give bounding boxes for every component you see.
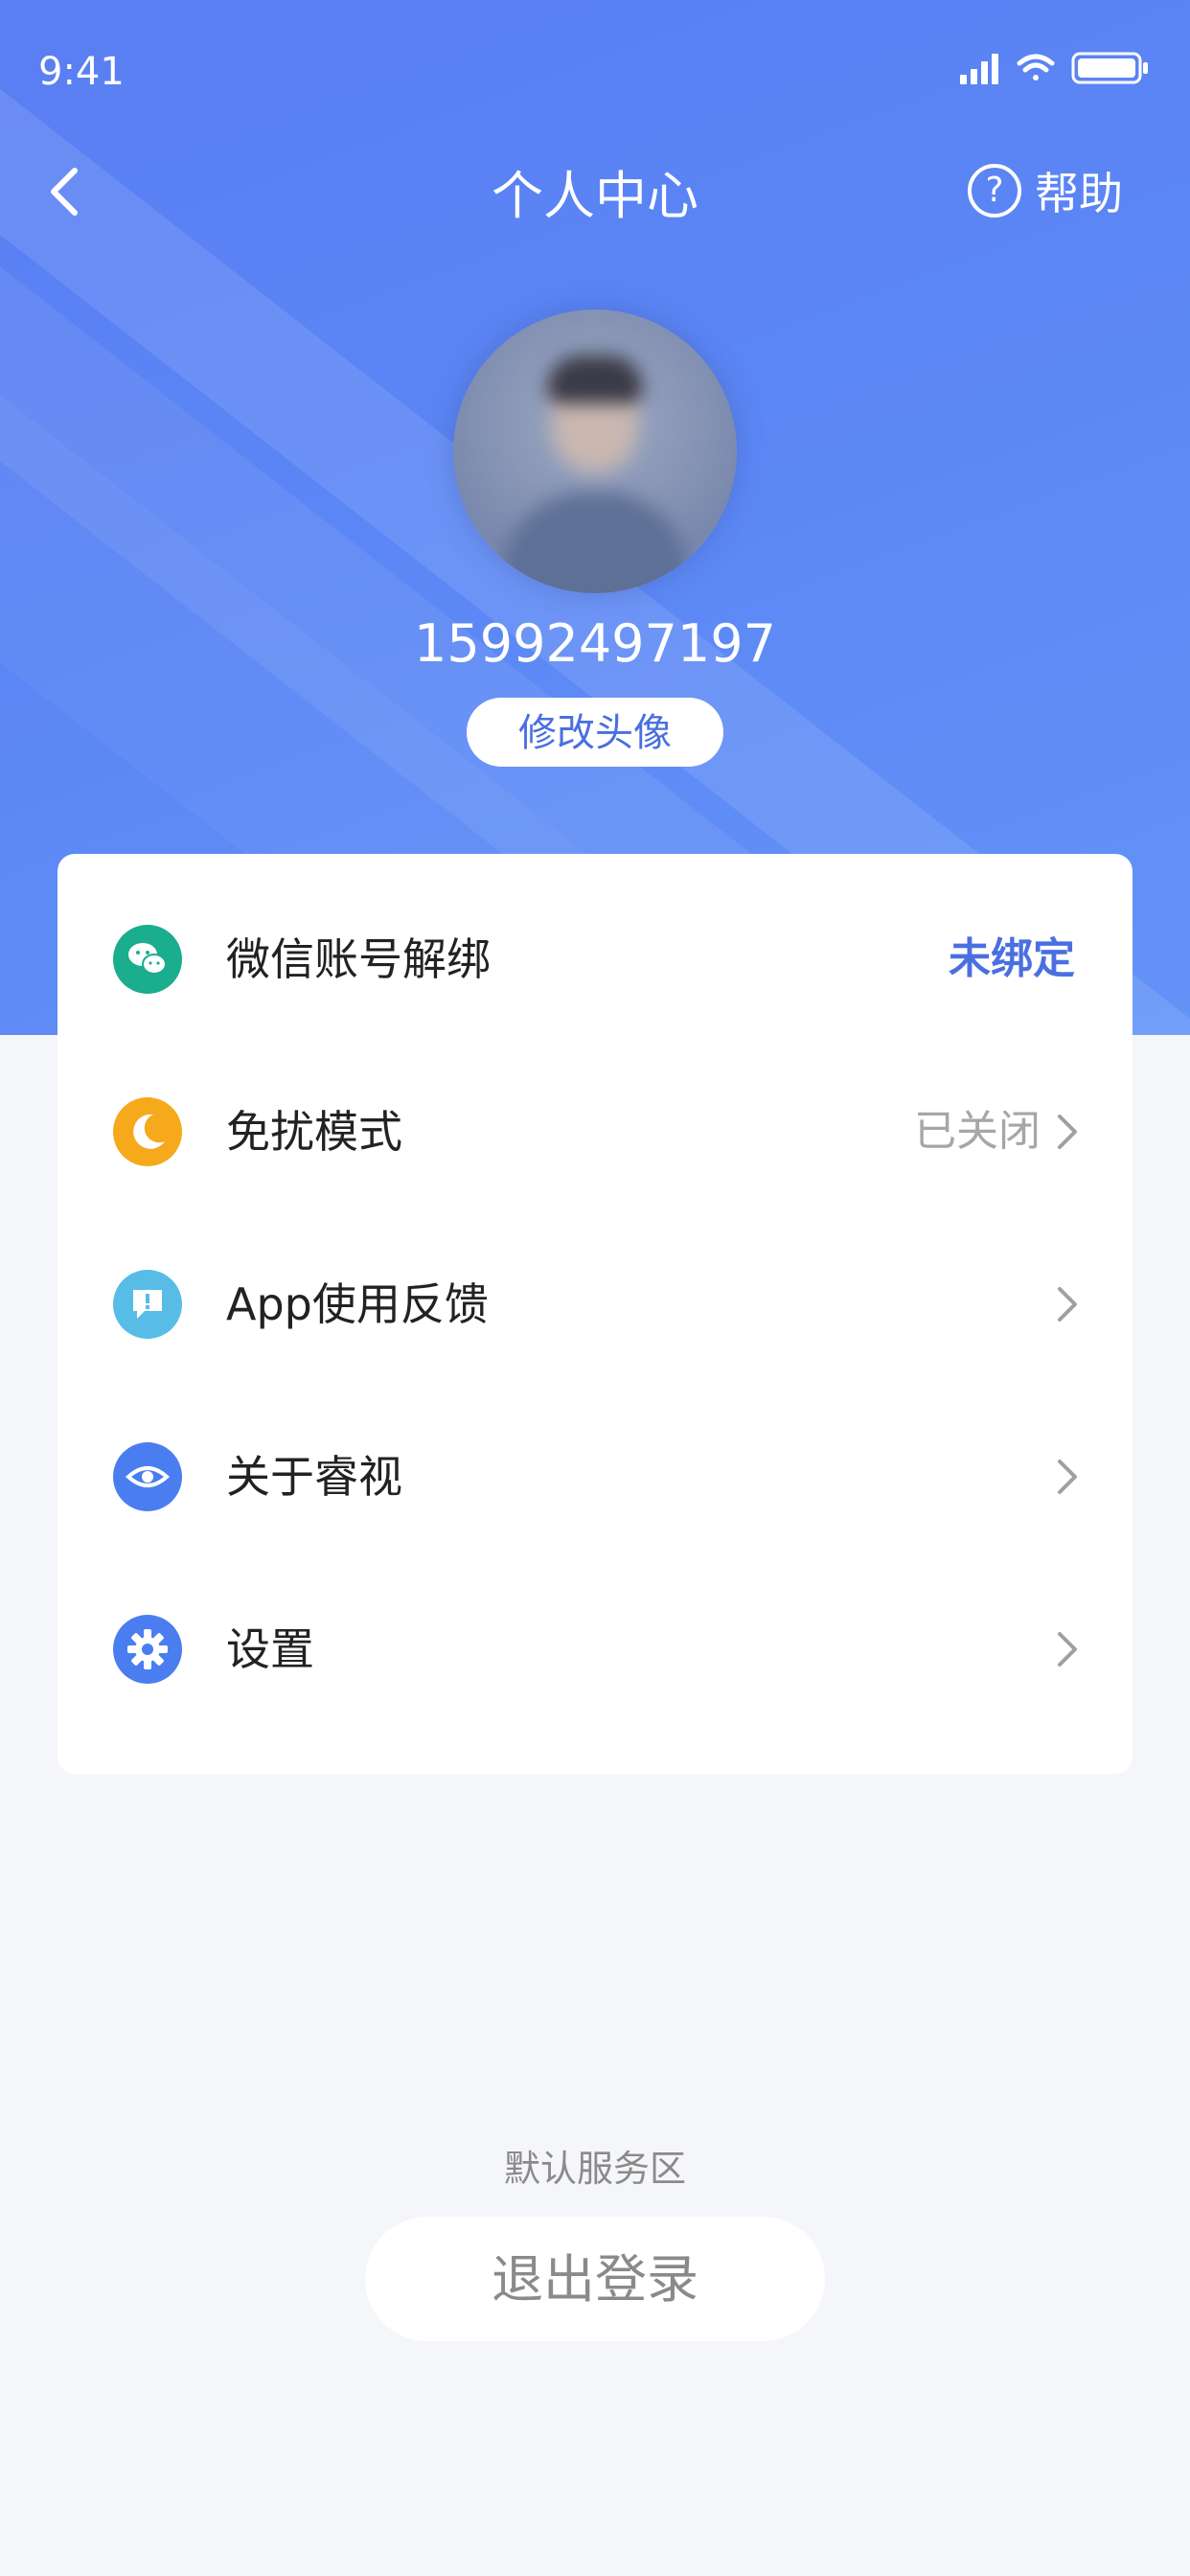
chevron-right-icon: [1058, 1115, 1077, 1149]
dnd-status: 已关闭: [914, 1107, 1041, 1156]
status-bar: 9:41: [0, 0, 1190, 134]
battery-icon: [1071, 52, 1148, 84]
status-time: 9:41: [38, 50, 125, 94]
menu-item-app-feedback[interactable]: App使用反馈: [57, 1218, 1133, 1391]
gear-icon: [113, 1615, 182, 1684]
help-label: 帮助: [1035, 168, 1123, 219]
moon-icon: [113, 1097, 182, 1166]
chevron-right-icon: [1058, 1632, 1077, 1667]
wifi-icon: [1017, 54, 1055, 80]
service-area-label: 默认服务区: [503, 2148, 686, 2190]
menu-item-settings[interactable]: 设置: [57, 1563, 1133, 1736]
menu-item-about[interactable]: 关于睿视: [57, 1391, 1133, 1563]
menu-item-label: App使用反馈: [226, 1278, 489, 1330]
menu-item-do-not-disturb[interactable]: 免扰模式 已关闭: [57, 1046, 1133, 1218]
logout-button[interactable]: 退出登录: [365, 2217, 825, 2341]
edit-avatar-button[interactable]: 修改头像: [467, 698, 723, 767]
help-button[interactable]: ? 帮助: [968, 157, 1123, 224]
phone-number: 15992497197: [414, 613, 776, 674]
menu-item-label: 微信账号解绑: [226, 933, 491, 985]
help-icon: ?: [968, 164, 1021, 218]
avatar[interactable]: [453, 310, 737, 593]
wechat-icon: [113, 925, 182, 994]
chevron-right-icon: [1058, 1287, 1077, 1322]
wechat-bind-status: 未绑定: [949, 934, 1075, 983]
menu-card: 微信账号解绑 未绑定 免扰模式 已关闭 App使用反馈 关于睿视 设置: [57, 854, 1133, 1774]
menu-item-label: 关于睿视: [226, 1451, 402, 1503]
chevron-right-icon: [1058, 1460, 1077, 1494]
menu-item-label: 设置: [226, 1623, 314, 1675]
eye-icon: [113, 1442, 182, 1511]
menu-item-wechat-unbind[interactable]: 微信账号解绑 未绑定: [57, 873, 1133, 1046]
nav-bar: 个人中心 ? 帮助: [0, 144, 1190, 240]
status-icons: [960, 52, 1148, 84]
feedback-icon: [113, 1270, 182, 1339]
signal-icon: [960, 54, 998, 84]
menu-item-label: 免扰模式: [226, 1106, 402, 1158]
